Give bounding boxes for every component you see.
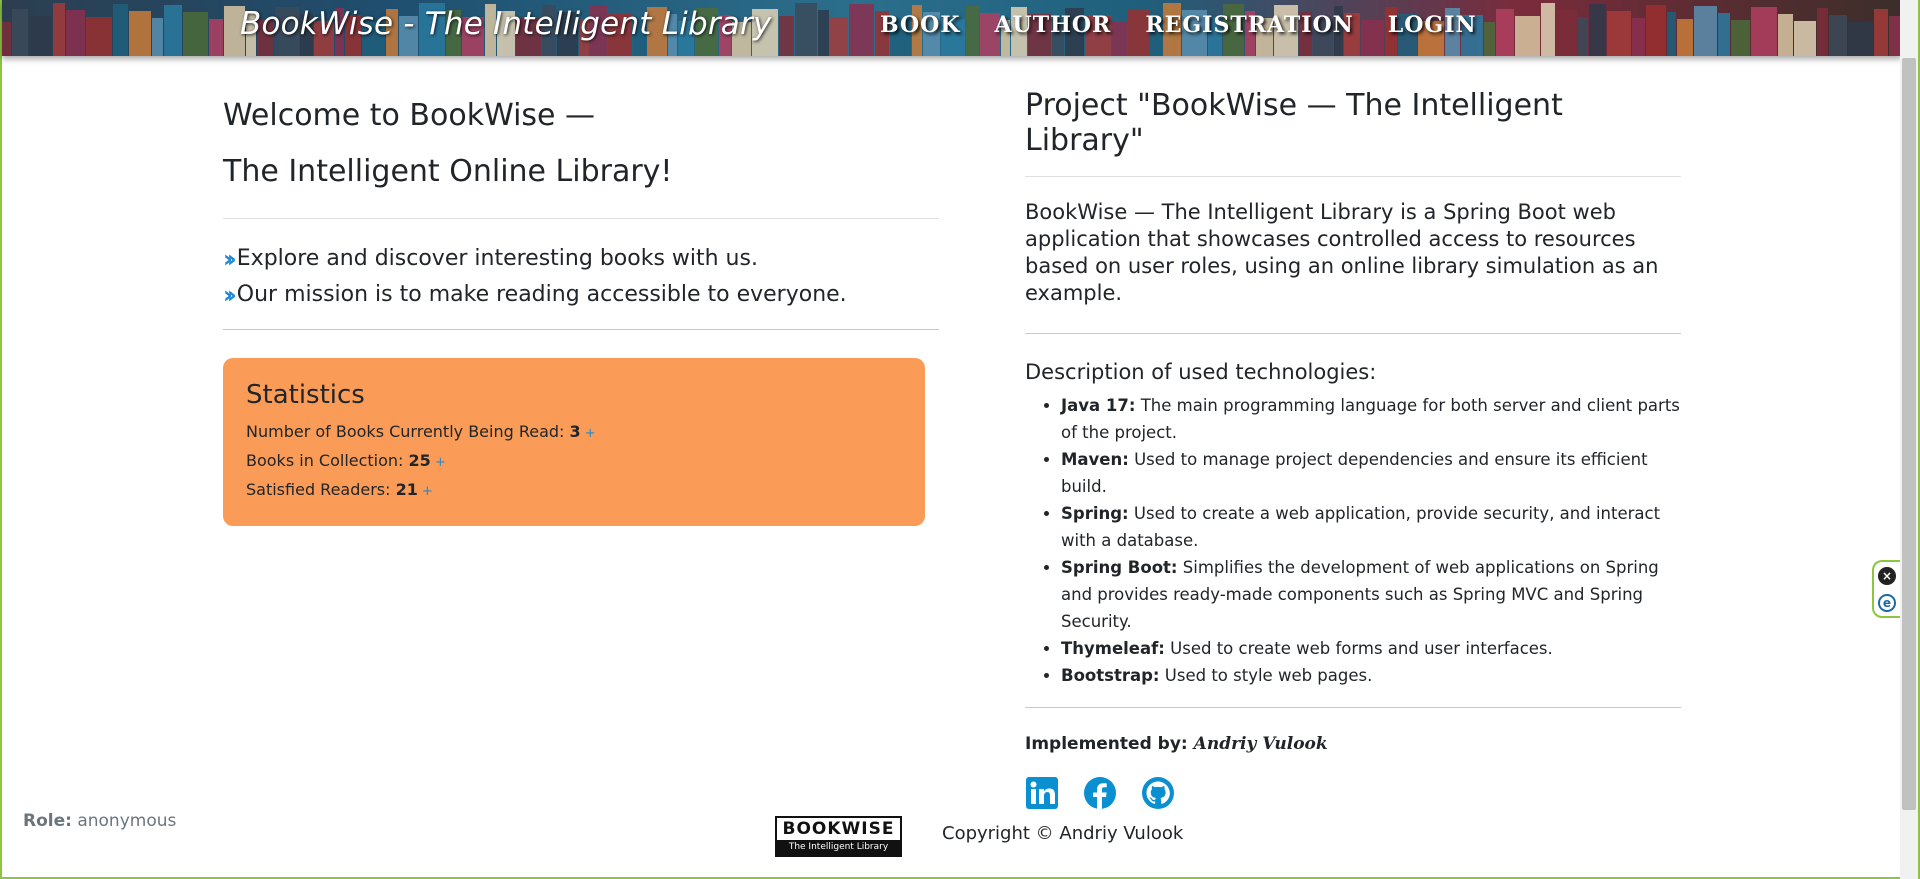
role-indicator: Role: anonymous (23, 811, 177, 831)
nav-registration[interactable]: Registration (1145, 12, 1353, 38)
list-item: Spring: Used to create a web application… (1061, 500, 1681, 554)
header-bar: BookWise - The Intelligent Library Book … (2, 0, 1902, 56)
list-item: Maven: Used to manage project dependenci… (1061, 446, 1681, 500)
project-description: BookWise — The Intelligent Library is a … (1025, 200, 1659, 305)
divider (1025, 333, 1681, 334)
welcome-title-line1: Welcome to BookWise — (223, 98, 596, 133)
divider (223, 329, 939, 330)
list-item: ›› Our mission is to make reading access… (223, 277, 939, 313)
list-item: Bootstrap: Used to style web pages. (1061, 662, 1681, 689)
tech-title: Description of used technologies: (1025, 360, 1377, 384)
stat-books-collection: Books in Collection: 25 + (246, 451, 446, 470)
linkedin-icon[interactable] (1025, 776, 1059, 810)
nav-book[interactable]: Book (880, 12, 960, 38)
welcome-section: Welcome to BookWise — The Intelligent On… (223, 88, 939, 526)
statistics-card: Statistics Number of Books Currently Bei… (223, 358, 925, 526)
list-item: Spring Boot: Simplifies the development … (1061, 554, 1681, 635)
copyright-text: Copyright © Andriy Vulook (942, 823, 1184, 844)
main-nav: Book Author Registration Login (880, 12, 1477, 38)
list-item: ›› Explore and discover interesting book… (223, 241, 939, 277)
social-links (1025, 776, 1681, 810)
intro-bullets: ›› Explore and discover interesting book… (223, 219, 939, 329)
double-chevron-right-icon: ›› (223, 245, 237, 273)
brand-title[interactable]: BookWise - The Intelligent Library (240, 6, 772, 42)
extension-icon[interactable]: e (1878, 593, 1896, 612)
double-chevron-right-icon: ›› (223, 281, 237, 309)
project-section: Project "BookWise — The Intelligent Libr… (1025, 88, 1681, 810)
plus-icon: + (584, 426, 596, 441)
plus-icon: + (434, 455, 446, 470)
side-widget: × e (1872, 560, 1900, 618)
tech-list: Java 17: The main programming language f… (1025, 392, 1681, 689)
divider (1025, 707, 1681, 708)
scrollbar[interactable] (1900, 0, 1918, 879)
list-item: Thymeleaf: Used to create web forms and … (1061, 635, 1681, 662)
facebook-icon[interactable] (1083, 776, 1117, 810)
author-name: Andriy Vulook (1193, 734, 1328, 754)
welcome-title-line2: The Intelligent Online Library! (223, 154, 673, 189)
close-icon[interactable]: × (1878, 566, 1896, 585)
nav-author[interactable]: Author (994, 12, 1111, 38)
github-icon[interactable] (1141, 776, 1175, 810)
list-item: Java 17: The main programming language f… (1061, 392, 1681, 446)
stat-satisfied-readers: Satisfied Readers: 21 + (246, 480, 433, 499)
stat-books-reading: Number of Books Currently Being Read: 3 + (246, 422, 596, 441)
nav-login[interactable]: Login (1388, 12, 1477, 38)
statistics-title: Statistics (246, 380, 365, 410)
scrollbar-thumb[interactable] (1902, 58, 1916, 810)
bookwise-logo: BOOKWISE The Intelligent Library (775, 816, 902, 857)
implemented-by: Implemented by: Andriy Vulook (1025, 734, 1328, 754)
plus-icon: + (421, 484, 433, 499)
project-title: Project "BookWise — The Intelligent Libr… (1025, 88, 1563, 158)
